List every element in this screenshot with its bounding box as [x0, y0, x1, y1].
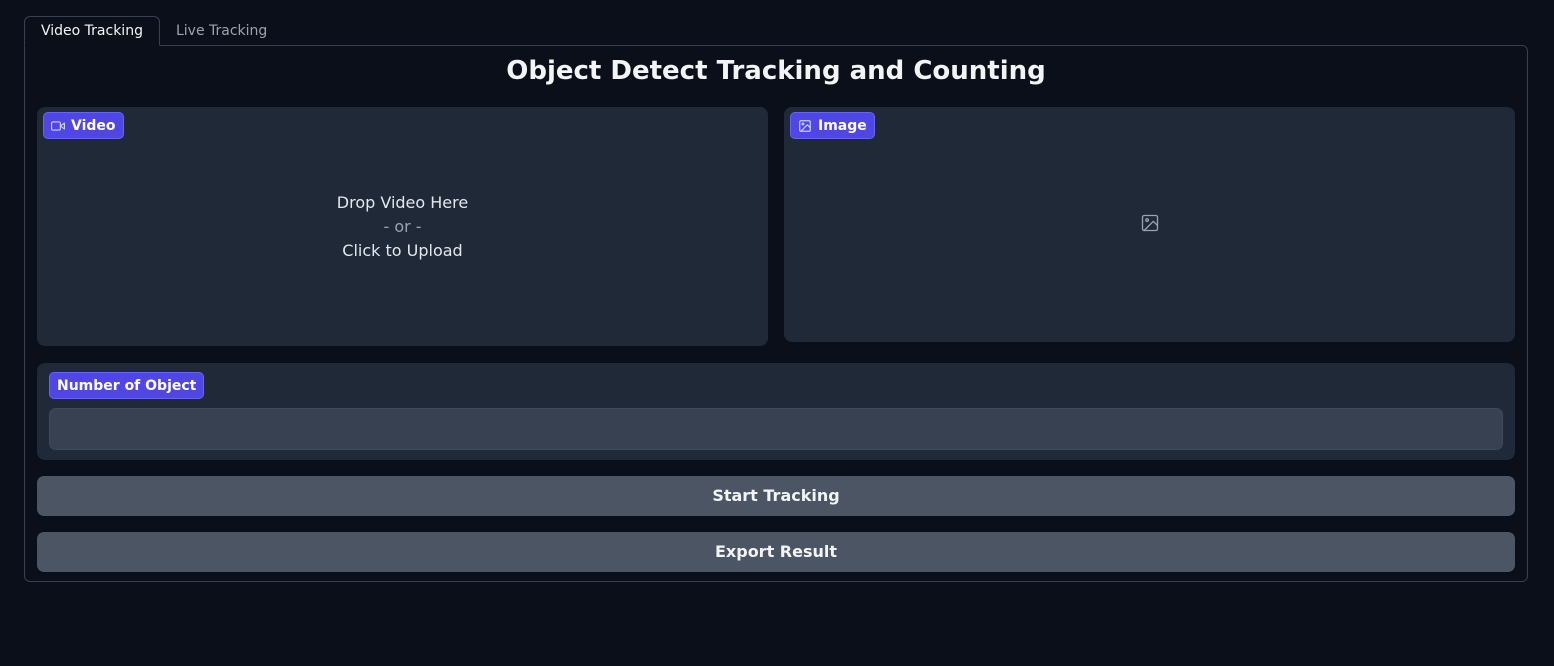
image-icon: [798, 119, 812, 133]
object-count-label-badge: Number of Object: [49, 372, 205, 399]
page-title: Object Detect Tracking and Counting: [506, 56, 1046, 86]
video-label: Video: [71, 117, 116, 134]
drop-video-text: Drop Video Here: [336, 193, 469, 212]
object-count-field[interactable]: [49, 408, 1503, 450]
image-label-badge: Image: [790, 112, 875, 139]
object-count-label: Number of Object: [57, 377, 197, 394]
image-label: Image: [818, 117, 867, 134]
export-result-button[interactable]: Export Result: [37, 532, 1515, 572]
video-label-badge: Video: [43, 112, 124, 139]
object-count-block: Number of Object: [37, 363, 1515, 460]
click-to-upload-text: Click to Upload: [342, 241, 463, 260]
start-tracking-button[interactable]: Start Tracking: [37, 476, 1515, 516]
upload-prompt[interactable]: Drop Video Here - or - Click to Upload: [37, 191, 768, 263]
or-text: - or -: [383, 217, 422, 236]
tab-live-tracking[interactable]: Live Tracking: [160, 17, 283, 46]
image-placeholder-icon: [1140, 213, 1160, 237]
image-output-area: Image: [784, 107, 1515, 342]
tabs-bar: Video Tracking Live Tracking: [24, 16, 283, 46]
tab-panel-video-tracking: Object Detect Tracking and Counting Vide…: [24, 45, 1528, 582]
video-camera-icon: [51, 119, 65, 133]
video-upload-area[interactable]: Video Drop Video Here - or - Click to Up…: [37, 107, 768, 346]
tab-video-tracking[interactable]: Video Tracking: [24, 16, 160, 46]
